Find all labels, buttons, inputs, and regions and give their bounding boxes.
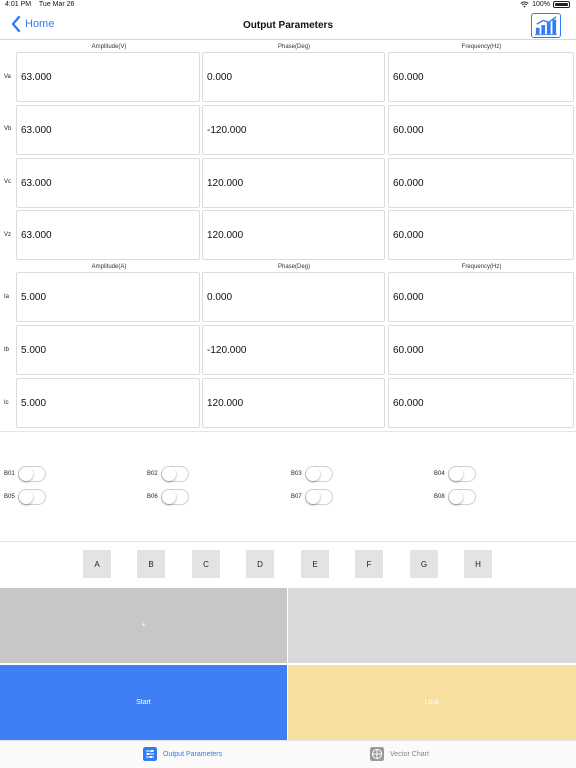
ic-frequency-input[interactable]: 60.000 xyxy=(388,378,574,428)
bar-chart-icon xyxy=(534,16,558,36)
switch-label-b02: B02 xyxy=(147,471,158,477)
switch-group-b02: B02 xyxy=(147,466,189,482)
section-divider xyxy=(0,541,576,542)
toggle-b05[interactable] xyxy=(18,489,46,505)
decrement-button[interactable]: - xyxy=(288,588,576,663)
va-amplitude-input[interactable]: 63.000 xyxy=(16,52,200,102)
toggle-b02[interactable] xyxy=(161,466,189,482)
wifi-icon xyxy=(520,1,529,8)
letter-button-a[interactable]: A xyxy=(83,550,111,578)
section-divider xyxy=(0,431,576,432)
toggle-b03[interactable] xyxy=(305,466,333,482)
ib-amplitude-input[interactable]: 5.000 xyxy=(16,325,200,375)
crosshair-icon xyxy=(370,747,384,761)
switch-group-b05: B05 xyxy=(4,489,46,505)
toggle-b07[interactable] xyxy=(305,489,333,505)
status-date: Tue Mar 26 xyxy=(38,1,75,8)
letter-button-f[interactable]: F xyxy=(355,550,383,578)
switch-group-b04: B04 xyxy=(434,466,476,482)
current-phase-header: Phase(Deg) xyxy=(277,264,310,270)
switch-group-b06: B06 xyxy=(147,489,189,505)
tab-bar: Output Parameters Vector Chart xyxy=(0,740,576,768)
ic-phase-input[interactable]: 120.000 xyxy=(202,378,385,428)
vb-phase-input[interactable]: -120.000 xyxy=(202,105,385,155)
current-frequency-header: Frequency(Hz) xyxy=(461,264,502,270)
row-label-vc: Vc xyxy=(4,179,12,185)
start-button[interactable]: Start xyxy=(0,665,287,740)
status-bar: 4:01 PM Tue Mar 26 100% xyxy=(0,0,576,12)
ib-phase-input[interactable]: -120.000 xyxy=(202,325,385,375)
switch-label-b06: B06 xyxy=(147,494,158,500)
toggle-b04[interactable] xyxy=(448,466,476,482)
status-time: 4:01 PM xyxy=(5,1,32,8)
toggle-b06[interactable] xyxy=(161,489,189,505)
row-label-ic: Ic xyxy=(4,400,9,406)
switch-group-b07: B07 xyxy=(291,489,333,505)
row-label-vz: Vz xyxy=(4,232,12,238)
letter-button-h[interactable]: H xyxy=(464,550,492,578)
toggle-b01[interactable] xyxy=(18,466,46,482)
letter-button-e[interactable]: E xyxy=(301,550,329,578)
voltage-amplitude-header: Amplitude(V) xyxy=(91,44,127,50)
letter-button-d[interactable]: D xyxy=(246,550,274,578)
ia-frequency-input[interactable]: 60.000 xyxy=(388,272,574,322)
switch-group-b08: B08 xyxy=(434,489,476,505)
switch-group-b03: B03 xyxy=(291,466,333,482)
vz-frequency-input[interactable]: 60.000 xyxy=(388,210,574,260)
ia-amplitude-input[interactable]: 5.000 xyxy=(16,272,200,322)
row-label-vb: Vb xyxy=(4,126,12,132)
current-amplitude-header: Amplitude(A) xyxy=(91,264,127,270)
increment-button[interactable]: + xyxy=(0,588,287,663)
row-label-ib: Ib xyxy=(4,347,10,353)
switch-label-b07: B07 xyxy=(291,494,302,500)
battery-icon xyxy=(553,1,570,8)
ib-frequency-input[interactable]: 60.000 xyxy=(388,325,574,375)
letter-button-c[interactable]: C xyxy=(192,550,220,578)
tab-output-parameters-label: Output Parameters xyxy=(163,750,223,758)
vc-frequency-input[interactable]: 60.000 xyxy=(388,158,574,208)
switch-label-b08: B08 xyxy=(434,494,445,500)
ic-amplitude-input[interactable]: 5.000 xyxy=(16,378,200,428)
row-label-va: Va xyxy=(4,74,11,80)
vc-phase-input[interactable]: 120.000 xyxy=(202,158,385,208)
letter-button-g[interactable]: G xyxy=(410,550,438,578)
tab-vector-chart[interactable]: Vector Chart xyxy=(370,747,429,761)
navigation-bar: Home Output Parameters xyxy=(0,12,576,40)
switch-label-b03: B03 xyxy=(291,471,302,477)
toggle-b08[interactable] xyxy=(448,489,476,505)
voltage-phase-header: Phase(Deg) xyxy=(277,44,310,50)
battery-percent: 100% xyxy=(532,1,550,8)
lock-button[interactable]: Lock xyxy=(288,665,576,740)
switch-label-b01: B01 xyxy=(4,471,15,477)
report-chart-button[interactable] xyxy=(531,13,561,38)
switch-label-b05: B05 xyxy=(4,494,15,500)
tab-vector-chart-label: Vector Chart xyxy=(390,750,429,758)
letter-button-b[interactable]: B xyxy=(137,550,165,578)
voltage-frequency-header: Frequency(Hz) xyxy=(461,44,502,50)
ia-phase-input[interactable]: 0.000 xyxy=(202,272,385,322)
va-frequency-input[interactable]: 60.000 xyxy=(388,52,574,102)
switch-label-b04: B04 xyxy=(434,471,445,477)
vc-amplitude-input[interactable]: 63.000 xyxy=(16,158,200,208)
vb-amplitude-input[interactable]: 63.000 xyxy=(16,105,200,155)
switch-group-b01: B01 xyxy=(4,466,46,482)
row-label-ia: Ia xyxy=(4,294,10,300)
va-phase-input[interactable]: 0.000 xyxy=(202,52,385,102)
tab-output-parameters[interactable]: Output Parameters xyxy=(143,747,222,761)
sliders-icon xyxy=(143,747,157,761)
vb-frequency-input[interactable]: 60.000 xyxy=(388,105,574,155)
vz-phase-input[interactable]: 120.000 xyxy=(202,210,385,260)
page-title: Output Parameters xyxy=(242,20,334,31)
vz-amplitude-input[interactable]: 63.000 xyxy=(16,210,200,260)
